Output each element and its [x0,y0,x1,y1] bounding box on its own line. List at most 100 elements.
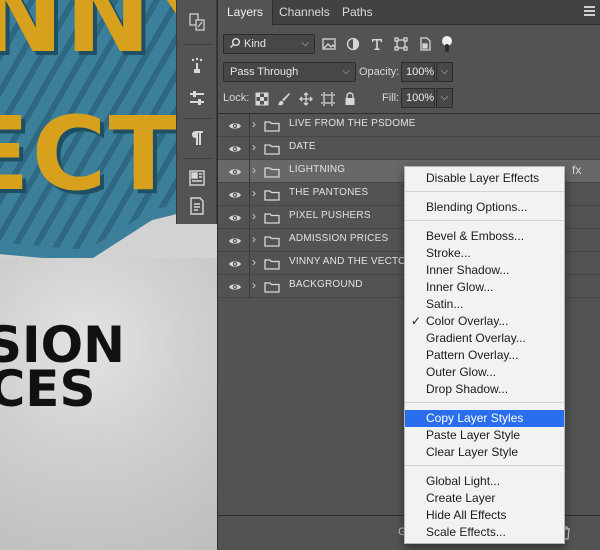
layer-name[interactable]: ADMISSION PRICES [289,233,388,244]
lock-row: Lock: Fill: 100% ⌵ [218,88,600,114]
menu-item[interactable]: Outer Glow... [405,364,564,381]
layer-row[interactable]: › DATE [218,137,600,160]
layer-name[interactable]: VINNY AND THE VECTO [289,256,406,267]
artwork-lower-line-2: ICES [0,360,96,418]
menu-item[interactable]: Drop Shadow... [405,381,564,398]
menu-item[interactable]: Stroke... [405,245,564,262]
menu-item-label: Inner Shadow... [426,263,510,277]
row-divider [249,183,250,206]
menu-item-label: Stroke... [426,246,471,260]
menu-item[interactable]: Inner Glow... [405,279,564,296]
menu-item[interactable]: Global Light... [405,473,564,490]
chevron-right-icon[interactable]: › [252,163,256,177]
adjustments-panel-icon[interactable] [187,88,207,108]
lock-label: Lock: [223,92,250,104]
eye-icon[interactable] [228,142,242,154]
tab-paths[interactable]: Paths [333,0,382,25]
layer-name[interactable]: LIVE FROM THE PSDOME [289,118,416,129]
menu-item[interactable]: Create Layer [405,490,564,507]
lock-image-icon[interactable] [277,92,291,106]
eye-icon[interactable] [228,234,242,246]
folder-icon [264,188,280,201]
menu-item[interactable]: Inner Shadow... [405,262,564,279]
eye-icon[interactable] [228,211,242,223]
menu-item[interactable]: Clear Layer Style [405,444,564,461]
menu-item[interactable]: Disable Layer Effects [405,170,564,187]
fill-input[interactable]: 100% [401,88,435,108]
lock-artboard-icon[interactable] [321,92,335,106]
layer-row[interactable]: › LIVE FROM THE PSDOME [218,114,600,137]
menu-item[interactable]: Scale Effects... [405,524,564,541]
folder-icon [264,142,280,155]
shape-filter-icon[interactable] [394,37,408,51]
layer-name[interactable]: LIGHTNING [289,164,345,175]
menu-item[interactable]: Satin... [405,296,564,313]
notes-panel-icon[interactable] [187,196,207,216]
tab-layers[interactable]: Layers [218,0,274,26]
dock-divider [183,44,212,45]
opacity-input[interactable]: 100% [401,62,435,82]
brush-panel-icon[interactable] [187,56,207,76]
chevron-right-icon[interactable]: › [252,232,256,246]
chevron-right-icon[interactable]: › [252,209,256,223]
menu-item-label: Outer Glow... [426,365,497,379]
type-filter-icon[interactable] [370,37,384,51]
eye-icon[interactable] [228,188,242,200]
properties-panel-icon[interactable] [187,168,207,188]
menu-item-label: Color Overlay... [426,314,509,328]
menu-item[interactable]: Copy Layer Styles [405,410,564,427]
glyphs-panel-icon[interactable] [187,12,207,32]
row-divider [249,229,250,252]
menu-item[interactable]: Paste Layer Style [405,427,564,444]
filter-toggle-switch[interactable] [442,36,452,52]
layer-name[interactable]: THE PANTONES [289,187,368,198]
menu-item[interactable]: ✓ Color Overlay... [405,313,564,330]
menu-item-label: Clear Layer Style [426,445,519,459]
chevron-right-icon[interactable]: › [252,186,256,200]
eye-icon[interactable] [228,257,242,269]
eye-icon[interactable] [228,165,242,177]
layer-name[interactable]: BACKGROUND [289,279,363,290]
lock-position-icon[interactable] [299,92,313,106]
row-divider [249,206,250,229]
lock-transparent-icon[interactable] [255,92,269,106]
smart-object-filter-icon[interactable] [418,37,432,51]
eye-icon[interactable] [228,119,242,131]
menu-item[interactable]: Gradient Overlay... [405,330,564,347]
adjustment-filter-icon[interactable] [346,37,360,51]
row-divider [249,137,250,160]
fill-slider-toggle[interactable]: ⌵ [436,88,453,108]
layer-name[interactable]: PIXEL PUSHERS [289,210,371,221]
chevron-right-icon[interactable]: › [252,255,256,269]
opacity-slider-toggle[interactable]: ⌵ [436,62,453,82]
menu-item[interactable]: Blending Options... [405,199,564,216]
menu-item[interactable]: Pattern Overlay... [405,347,564,364]
eye-icon[interactable] [228,280,242,292]
chevron-right-icon[interactable]: › [252,278,256,292]
folder-icon [264,211,280,224]
paragraph-panel-icon[interactable] [187,128,207,148]
row-divider [249,252,250,275]
checkmark-icon: ✓ [411,314,422,328]
panel-menu-icon[interactable] [584,6,595,16]
image-filter-icon[interactable] [322,37,336,51]
menu-item-label: Global Light... [426,474,501,488]
panel-dock-strip [176,0,217,224]
artwork-title-line-2: ECT [0,95,181,214]
chevron-right-icon[interactable]: › [252,140,256,154]
row-divider [249,275,250,298]
menu-item-label: Disable Layer Effects [426,171,540,185]
menu-item-label: Inner Glow... [426,280,494,294]
fx-badge[interactable]: fx [572,163,581,177]
tab-channels[interactable]: Channels [270,0,339,25]
menu-item-label: Paste Layer Style [426,428,521,442]
chevron-down-icon: ⌵ [301,38,309,49]
chevron-right-icon[interactable]: › [252,117,256,131]
blend-mode-dropdown[interactable]: Pass Through ⌵ [223,62,356,82]
menu-item[interactable]: Bevel & Emboss... [405,228,564,245]
filter-kind-dropdown[interactable]: Kind ⌵ [223,34,315,54]
lock-all-icon[interactable] [343,92,357,106]
layer-name[interactable]: DATE [289,141,316,152]
menu-item[interactable]: Hide All Effects [405,507,564,524]
row-divider [249,114,250,137]
